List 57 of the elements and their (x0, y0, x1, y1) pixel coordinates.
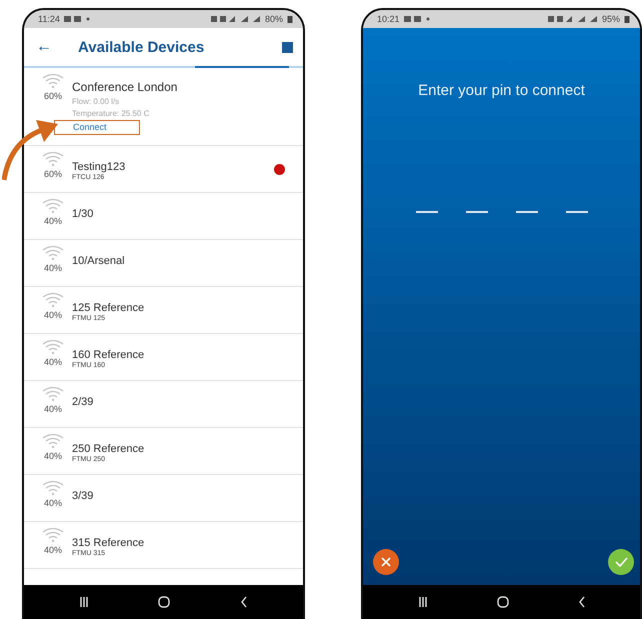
signal-percent: 40% (44, 310, 62, 320)
signal-percent: 40% (44, 404, 62, 414)
cancel-button[interactable] (373, 549, 399, 575)
wifi-icon (41, 292, 65, 308)
signal-icons (548, 15, 598, 23)
wifi-icon (41, 527, 65, 543)
device-name: Testing123 (72, 161, 126, 173)
device-name: 1/30 (72, 208, 94, 220)
status-time: 10:21 (377, 14, 400, 24)
connect-link[interactable]: Connect (54, 120, 140, 135)
back-button[interactable]: ← (32, 38, 56, 56)
signal-icons (210, 15, 261, 23)
battery-level: 95% (602, 14, 620, 24)
recent-apps-icon[interactable] (418, 596, 428, 608)
wifi-icon (41, 433, 65, 449)
signal-percent: 40% (44, 451, 62, 461)
device-name: Conference London (72, 80, 178, 94)
recent-apps-icon[interactable] (78, 596, 89, 608)
wifi-icon (41, 73, 65, 89)
wifi-icon (41, 480, 65, 496)
screen-title: Available Devices (78, 38, 204, 56)
device-row[interactable]: 40% 2/39 (24, 381, 303, 428)
back-nav-icon[interactable] (240, 596, 248, 608)
back-nav-icon[interactable] (578, 596, 586, 608)
confirm-button[interactable] (608, 549, 634, 575)
signal-percent: 60% (44, 169, 62, 179)
device-name: 3/39 (72, 490, 94, 502)
device-detail: Flow: 0.00 l/s (72, 97, 120, 106)
wifi-icon (41, 151, 65, 167)
stop-icon[interactable] (282, 42, 293, 52)
status-time: 11:24 (38, 14, 60, 24)
battery-level: 80% (264, 14, 283, 24)
device-detail: Temperature: 25.50 C (72, 109, 150, 118)
device-row[interactable]: 40% 10/Arsenal (24, 240, 303, 287)
signal-percent: 40% (44, 263, 62, 273)
wifi-icon (41, 245, 65, 261)
pin-prompt: Enter your pin to connect (418, 82, 585, 99)
device-name: 250 Reference (72, 443, 144, 455)
wifi-icon (41, 386, 65, 402)
device-name: 160 Reference (72, 349, 144, 361)
device-name: 10/Arsenal (72, 255, 125, 267)
device-row[interactable]: 40% 3/39 (24, 475, 303, 522)
signal-percent: 40% (44, 216, 62, 226)
signal-percent: 40% (44, 545, 62, 555)
battery-icon (287, 15, 293, 23)
wifi-icon (41, 198, 65, 214)
device-row[interactable]: 40% 1/30 (24, 193, 303, 240)
signal-percent: 60% (44, 91, 62, 101)
signal-percent: 40% (44, 498, 62, 508)
device-name: 2/39 (72, 396, 94, 408)
home-icon[interactable] (158, 596, 170, 608)
device-name: 125 Reference (72, 302, 144, 314)
home-icon[interactable] (496, 596, 508, 608)
battery-icon (624, 15, 630, 23)
wifi-icon (41, 339, 65, 355)
signal-percent: 40% (44, 357, 62, 367)
device-name: 315 Reference (72, 537, 144, 549)
